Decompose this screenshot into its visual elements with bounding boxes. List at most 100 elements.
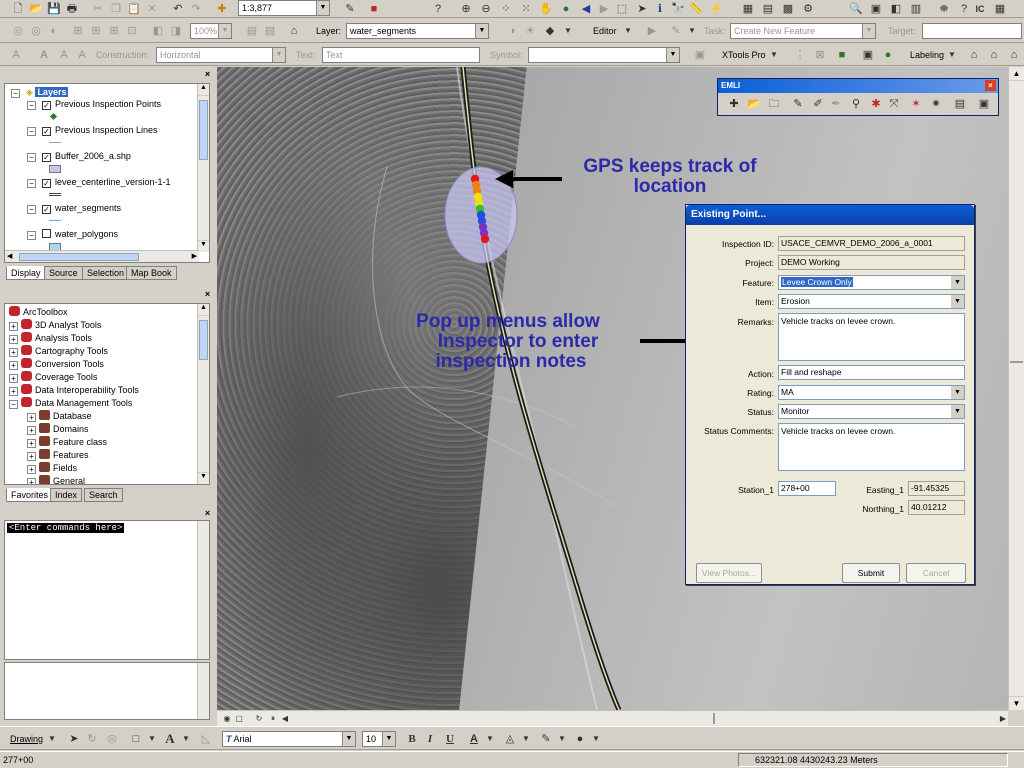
chevron-down-icon[interactable]: ▼ <box>342 732 355 746</box>
new-text-icon[interactable]: A <box>162 731 178 747</box>
chevron-down-icon[interactable]: ▼ <box>951 276 964 289</box>
tool-icon[interactable]: ⚙ <box>800 1 816 17</box>
chevron-down-icon[interactable]: ▼ <box>951 405 964 418</box>
fixed-zoom-in-icon[interactable]: ⁘ <box>498 1 514 17</box>
identify-icon[interactable]: ℹ <box>652 1 668 17</box>
symbol-combo[interactable]: ▼ <box>528 47 680 63</box>
chevron-down-icon[interactable]: ▼ <box>218 24 231 38</box>
toolbox-item[interactable]: + General <box>27 475 85 484</box>
collapse-icon[interactable]: − <box>27 127 36 136</box>
spark-tool2-icon[interactable]: ✷ <box>928 96 944 112</box>
tab-favorites[interactable]: Favorites <box>6 488 54 502</box>
collapse-icon[interactable]: − <box>27 153 36 162</box>
action-field[interactable]: Fill and reshape <box>778 365 965 380</box>
layout-view-icon[interactable]: ▢ <box>231 711 247 727</box>
layer-combo[interactable]: water_segments ▼ <box>346 23 489 39</box>
full-extent-icon[interactable]: ● <box>558 1 574 17</box>
command-history[interactable] <box>4 662 210 720</box>
rating-select[interactable]: MA ▼ <box>778 385 965 400</box>
symbol-props-icon[interactable]: ▣ <box>692 47 708 63</box>
construction-combo[interactable]: Horizontal ▼ <box>156 47 286 63</box>
chevron-down-icon[interactable]: ▼ <box>178 731 194 747</box>
sketch-icon[interactable]: ✎ <box>790 96 806 112</box>
toolbox-item[interactable]: + Domains <box>27 423 89 435</box>
model-icon[interactable]: ◧ <box>888 1 904 17</box>
open-icon[interactable]: 📂 <box>28 1 44 17</box>
edit-vertices-icon[interactable]: ◺ <box>198 731 214 747</box>
arctoolbox-icon[interactable]: ■ <box>366 1 382 17</box>
marker-color-icon[interactable]: ● <box>572 731 588 747</box>
text-input[interactable]: Text <box>322 47 480 63</box>
cut-icon[interactable]: ✂ <box>90 1 106 17</box>
page2-icon[interactable]: ◨ <box>168 23 184 39</box>
toolbox-item[interactable]: + Conversion Tools <box>9 358 104 370</box>
label-manager-icon[interactable]: ⌂ <box>966 47 982 63</box>
add-point-icon[interactable]: ✚ <box>726 96 742 112</box>
expand-icon[interactable]: + <box>9 387 18 396</box>
layer-row-levee-centerline[interactable]: − ✓ levee_centerline_version-1-1 <box>27 177 171 196</box>
export-icon[interactable]: ▣ <box>976 96 992 112</box>
collapse-icon[interactable]: − <box>27 101 36 110</box>
open-folder-icon[interactable]: 📂 <box>746 96 762 112</box>
remarks-textarea[interactable]: Vehicle tracks on levee crown. <box>778 313 965 361</box>
chevron-down-icon[interactable]: ▼ <box>316 1 329 15</box>
zoom-combo[interactable]: 100% ▼ <box>190 23 232 39</box>
history-scrollbar[interactable] <box>197 663 209 719</box>
layout-icon[interactable]: ▦ <box>740 1 756 17</box>
text-tool4-icon[interactable]: A <box>74 47 90 63</box>
expand-icon[interactable]: + <box>9 335 18 344</box>
save-icon[interactable]: 💾 <box>46 1 62 17</box>
back-icon[interactable]: ◀ <box>578 1 594 17</box>
find-icon[interactable]: 🔭 <box>670 1 686 17</box>
layer-row-water-polygons[interactable]: − water_polygons <box>27 229 118 251</box>
layer-row-water-segments[interactable]: − ✓ water_segments <box>27 203 121 221</box>
help-icon[interactable]: ? <box>956 1 972 17</box>
tab-index[interactable]: Index <box>50 488 83 502</box>
edit-tool-icon[interactable]: ▶ <box>644 23 660 39</box>
add-data-icon[interactable]: ✚ <box>214 1 230 17</box>
toolbox-item[interactable]: + Coverage Tools <box>9 371 97 383</box>
what-is-this-icon[interactable]: ? <box>430 1 446 17</box>
paste-icon[interactable]: 📋 <box>126 1 142 17</box>
cancel-button[interactable]: Cancel <box>906 563 966 583</box>
grid-icon[interactable]: ▩ <box>780 1 796 17</box>
forward-icon[interactable]: ▶ <box>596 1 612 17</box>
xtools1-icon[interactable]: ⋮ <box>792 47 808 63</box>
layer-checkbox[interactable]: ✓ <box>42 101 51 110</box>
chevron-down-icon[interactable]: ▼ <box>620 23 636 39</box>
rectangle-icon[interactable]: □ <box>128 731 144 747</box>
select-elements-icon[interactable]: ➤ <box>66 731 82 747</box>
layer-checkbox[interactable] <box>42 229 51 238</box>
contrast-icon[interactable]: ◑ <box>504 23 520 39</box>
copy-icon[interactable]: ❐ <box>108 1 124 17</box>
home-icon[interactable]: ⌂ <box>286 23 302 39</box>
tab-source[interactable]: Source <box>44 266 83 280</box>
chevron-down-icon[interactable]: ▼ <box>272 48 285 62</box>
pan-icon[interactable]: ✋ <box>538 1 554 17</box>
xtools3-icon[interactable]: ■ <box>834 47 850 63</box>
table-icon[interactable]: ▤ <box>760 1 776 17</box>
expand-icon[interactable]: + <box>27 465 36 474</box>
chevron-down-icon[interactable]: ▼ <box>382 732 395 746</box>
collapse-icon[interactable]: − <box>27 205 36 214</box>
layout-view-icon[interactable]: ▤ <box>244 23 260 39</box>
folder-icon[interactable]: 🗀 <box>766 96 782 112</box>
new-icon[interactable]: 🗋 <box>10 1 26 17</box>
map-hscrollbar[interactable]: ◉ ▢ ↻ ⏸ ◀ ▶ <box>217 710 1008 726</box>
chevron-down-icon[interactable]: ▼ <box>482 731 498 747</box>
tab-display[interactable]: Display <box>6 266 46 280</box>
collapse-icon[interactable]: − <box>27 231 36 240</box>
status-comments-textarea[interactable]: Vehicle tracks on levee crown. <box>778 423 965 471</box>
tab-search[interactable]: Search <box>84 488 123 502</box>
toolbox-item[interactable]: − Data Management Tools <box>9 397 132 409</box>
chevron-down-icon[interactable]: ▼ <box>951 295 964 308</box>
text-tool2-icon[interactable]: A <box>36 47 52 63</box>
measure-icon[interactable]: 📏 <box>688 1 704 17</box>
wizard-icon[interactable]: ⛯ <box>936 1 952 17</box>
text-tool3-icon[interactable]: A <box>56 47 72 63</box>
drawing-menu[interactable]: Drawing <box>10 734 43 744</box>
delete-icon[interactable]: ✕ <box>144 1 160 17</box>
layer-checkbox[interactable]: ✓ <box>42 205 51 214</box>
close-icon[interactable]: × <box>203 509 212 518</box>
italic-button[interactable]: I <box>422 731 438 747</box>
